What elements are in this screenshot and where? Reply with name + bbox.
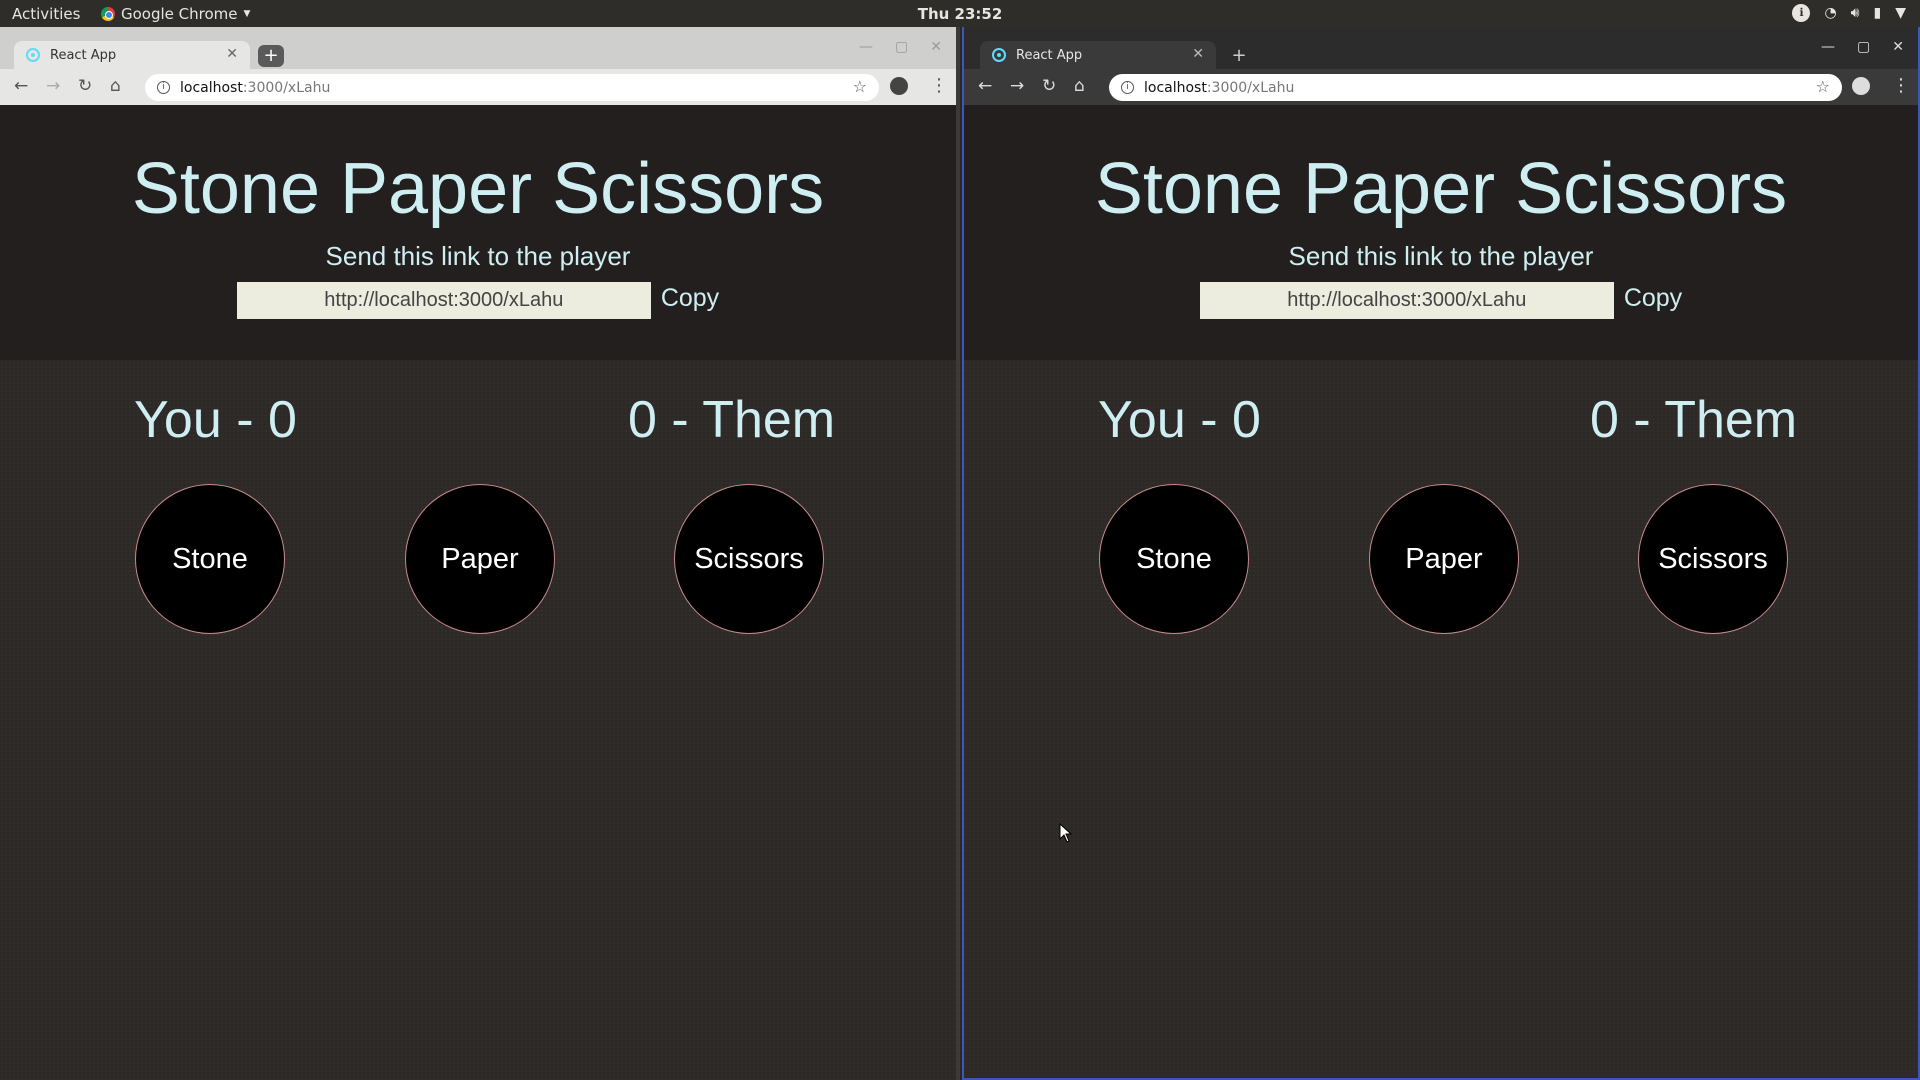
browser-window-right: React App ✕ + — ▢ ✕ ← → ↻ ⌂ i localhost:…	[962, 27, 1920, 1080]
score-you: You - 0	[1098, 391, 1261, 449]
bookmark-star-icon[interactable]: ☆	[1816, 77, 1830, 96]
volume-icon[interactable]: 🔊︎	[1851, 5, 1860, 21]
react-icon	[26, 48, 40, 62]
reload-icon[interactable]: ↻	[1042, 76, 1056, 96]
stone-button[interactable]: Stone	[1099, 484, 1249, 634]
close-window-icon[interactable]: ✕	[1892, 39, 1904, 55]
address-bar[interactable]: i localhost:3000/xLahu ☆	[1109, 74, 1842, 101]
window-controls: — ▢ ✕	[1821, 39, 1904, 55]
tab-strip: React App ✕ + — ▢ ✕	[964, 27, 1918, 69]
tab-title: React App	[1016, 47, 1083, 63]
tab-react-app[interactable]: React App ✕	[980, 41, 1216, 69]
page-title: Stone Paper Scissors	[1094, 149, 1788, 229]
home-icon[interactable]: ⌂	[110, 76, 121, 96]
url-path: :3000/xLahu	[1206, 79, 1295, 96]
url-host: localhost	[1144, 79, 1207, 96]
system-tray[interactable]: ℹ ◔ 🔊︎ ▮ ▼	[1792, 4, 1906, 22]
share-link-input[interactable]	[1199, 282, 1614, 319]
back-icon[interactable]: ←	[14, 76, 28, 96]
tab-react-app[interactable]: React App ✕	[14, 41, 250, 69]
minimize-icon[interactable]: —	[1821, 39, 1835, 55]
tab-strip: React App ✕ + — ▢ ✕	[0, 27, 956, 69]
info-icon[interactable]: i	[157, 81, 170, 94]
browser-toolbar: ← → ↻ ⌂ i localhost:3000/xLahu ☆ ⋮	[0, 69, 956, 105]
browser-toolbar: ← → ↻ ⌂ i localhost:3000/xLahu ☆ ⋮	[964, 69, 1918, 105]
score-you: You - 0	[134, 391, 297, 449]
scissors-button[interactable]: Scissors	[674, 484, 824, 634]
share-link-row: Copy	[0, 282, 956, 319]
game-page: Stone Paper Scissors Send this link to t…	[0, 105, 956, 1080]
share-link-input[interactable]	[236, 282, 651, 319]
close-window-icon[interactable]: ✕	[930, 39, 942, 55]
bookmark-star-icon[interactable]: ☆	[853, 77, 867, 96]
new-tab-button[interactable]: +	[1226, 45, 1252, 67]
browser-window-left: React App ✕ + — ▢ ✕ ← → ↻ ⌂ i localhost:…	[0, 27, 960, 1080]
react-icon	[992, 48, 1006, 62]
share-link-row: Copy	[964, 282, 1918, 319]
close-icon[interactable]: ✕	[226, 46, 238, 62]
battery-icon[interactable]: ▮	[1874, 5, 1882, 21]
maximize-icon[interactable]: ▢	[1857, 39, 1870, 55]
url-host: localhost	[180, 79, 243, 96]
scoreboard: You - 0 0 - Them	[964, 360, 1918, 480]
menu-kebab-icon[interactable]: ⋮	[930, 75, 948, 96]
minimize-icon[interactable]: —	[859, 39, 873, 55]
paper-button[interactable]: Paper	[1369, 484, 1519, 634]
stone-button[interactable]: Stone	[135, 484, 285, 634]
tab-title: React App	[50, 47, 117, 63]
accessibility-icon[interactable]: ℹ	[1792, 4, 1811, 22]
game-page: Stone Paper Scissors Send this link to t…	[964, 105, 1918, 1078]
url-path: :3000/xLahu	[242, 79, 331, 96]
reload-icon[interactable]: ↻	[78, 76, 92, 96]
page-title: Stone Paper Scissors	[131, 149, 825, 229]
clock[interactable]: Thu 23:52	[0, 5, 1920, 23]
address-bar[interactable]: i localhost:3000/xLahu ☆	[145, 74, 879, 101]
choice-row: Stone Paper Scissors	[964, 480, 1918, 640]
game-header: Stone Paper Scissors Send this link to t…	[964, 105, 1918, 360]
score-them: 0 - Them	[1590, 391, 1798, 449]
forward-icon[interactable]: →	[1010, 76, 1024, 96]
game-header: Stone Paper Scissors Send this link to t…	[0, 105, 956, 360]
share-instruction: Send this link to the player	[1288, 241, 1594, 271]
menu-kebab-icon[interactable]: ⋮	[1892, 75, 1910, 96]
maximize-icon[interactable]: ▢	[895, 39, 908, 55]
extension-icon[interactable]	[1852, 77, 1870, 95]
back-icon[interactable]: ←	[978, 76, 992, 96]
window-controls: — ▢ ✕	[859, 39, 942, 55]
choice-row: Stone Paper Scissors	[0, 480, 956, 640]
new-tab-button[interactable]: +	[258, 45, 284, 67]
extension-icon[interactable]	[890, 77, 908, 95]
wifi-icon[interactable]: ◔	[1824, 5, 1836, 21]
home-icon[interactable]: ⌂	[1074, 76, 1085, 96]
score-them: 0 - Them	[628, 391, 836, 449]
close-icon[interactable]: ✕	[1192, 46, 1204, 62]
forward-icon[interactable]: →	[46, 76, 60, 96]
copy-button[interactable]: Copy	[1624, 284, 1682, 313]
share-instruction: Send this link to the player	[325, 241, 631, 271]
info-icon[interactable]: i	[1121, 81, 1134, 94]
paper-button[interactable]: Paper	[405, 484, 555, 634]
scissors-button[interactable]: Scissors	[1638, 484, 1788, 634]
system-top-bar: Activities Google Chrome ▼ Thu 23:52 ℹ ◔…	[0, 0, 1920, 27]
chevron-down-icon[interactable]: ▼	[1895, 5, 1906, 21]
copy-button[interactable]: Copy	[661, 284, 719, 313]
scoreboard: You - 0 0 - Them	[0, 360, 956, 480]
